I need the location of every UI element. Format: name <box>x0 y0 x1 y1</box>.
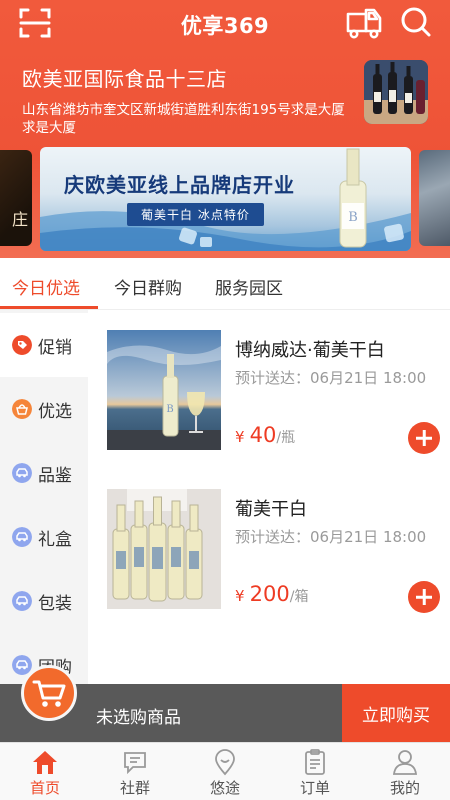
tab-today-picks[interactable]: 今日优选 <box>12 274 80 299</box>
chat-icon <box>124 752 146 775</box>
sidebar-item-gift-box[interactable]: 礼盒 <box>0 505 88 569</box>
sidebar-item-promotion[interactable]: 促销 <box>0 313 88 377</box>
price-unit: /箱 <box>289 589 309 605</box>
price-unit: /瓶 <box>276 430 296 446</box>
sidebar-item-label: 促销 <box>38 337 72 358</box>
home-icon <box>33 751 57 774</box>
product-card[interactable]: 葡美干白 预计送达：06月21日 18:00 ¥ 200/箱 <box>88 489 450 639</box>
shopping-cart-icon <box>32 680 66 707</box>
car-icon <box>12 591 32 611</box>
profile-icon <box>392 750 418 775</box>
sidebar-item-label: 礼盒 <box>38 529 72 550</box>
nav-label: 订单 <box>299 779 330 797</box>
price-value: 200 <box>249 582 290 606</box>
sidebar-item-tasting[interactable]: 品鉴 <box>0 441 88 505</box>
wine-seaside-photo: B <box>107 330 221 450</box>
sidebar-item-label: 优选 <box>38 401 72 422</box>
nav-label: 我的 <box>389 779 420 797</box>
sidebar-item-packaging[interactable]: 包装 <box>0 569 88 633</box>
price-value: 40 <box>249 423 277 447</box>
top-bar: 优享369 <box>0 0 450 50</box>
order-icon <box>305 749 325 775</box>
car-icon <box>12 463 32 483</box>
cart-status: 未选购商品 <box>96 708 181 728</box>
nav-profile[interactable]: 我的 <box>360 743 450 800</box>
product-price: ¥ 40/瓶 <box>235 423 295 447</box>
wine-bottle-image: B <box>339 148 367 248</box>
currency-symbol: ¥ <box>235 428 245 446</box>
promo-banner[interactable]: B 庆欧美亚线上品牌店开业 葡美干白 冰点特价 <box>40 147 411 251</box>
product-name[interactable]: 博纳威达·葡美干白 <box>235 336 385 362</box>
nav-home[interactable]: 首页 <box>0 743 90 800</box>
sidebar-item-label: 包装 <box>38 593 72 614</box>
product-image[interactable]: B <box>107 330 221 450</box>
tab-group-buy[interactable]: 今日群购 <box>114 274 182 299</box>
nav-label: 社群 <box>119 779 150 797</box>
nav-community[interactable]: 社群 <box>90 743 180 800</box>
banner-previous-text: 庄 <box>11 210 28 229</box>
delivery-eta: 预计送达：06月21日 18:00 <box>235 528 427 546</box>
nav-journey[interactable]: 悠途 <box>180 743 270 800</box>
nav-orders[interactable]: 订单 <box>270 743 360 800</box>
buy-now-button[interactable]: 立即购买 <box>342 684 450 742</box>
store-address: 山东省潍坊市奎文区新城街道胜利东街195号求是大厦 求是大厦 <box>22 102 345 136</box>
nav-label: 首页 <box>29 779 60 797</box>
location-icon <box>215 749 235 776</box>
active-tab-indicator <box>0 306 98 309</box>
svg-text:B: B <box>166 404 173 415</box>
banner-subtitle: 葡美干白 冰点特价 <box>127 203 264 226</box>
currency-symbol: ¥ <box>235 587 245 605</box>
wine-bottles-photo <box>107 489 221 609</box>
basket-icon <box>12 399 32 419</box>
delivery-eta: 预计送达：06月21日 18:00 <box>235 369 427 387</box>
svg-text:B: B <box>348 210 358 225</box>
store-thumbnail[interactable] <box>364 60 428 124</box>
cart-button[interactable] <box>21 665 77 721</box>
wine-bottles-image <box>364 60 428 124</box>
banner-next[interactable] <box>419 150 450 246</box>
product-card[interactable]: B 博纳威达·葡美干白 预计送达：06月21日 18:00 ¥ 40/瓶 <box>88 330 450 480</box>
tab-service-park[interactable]: 服务园区 <box>215 274 283 299</box>
delivery-truck-icon[interactable] <box>344 4 384 40</box>
product-name[interactable]: 葡美干白 <box>235 495 307 521</box>
banner-background: B <box>40 148 411 251</box>
tag-icon <box>12 335 32 355</box>
store-name[interactable]: 欧美亚国际食品十三店 <box>22 63 227 92</box>
sidebar-item-label: 品鉴 <box>38 465 72 486</box>
bottom-navigation: 首页 社群 悠途 订单 我的 <box>0 742 450 800</box>
add-to-cart-button[interactable] <box>408 422 440 454</box>
banner-previous[interactable]: 庄 <box>0 150 32 246</box>
nav-label: 悠途 <box>209 779 240 797</box>
banner-title: 庆欧美亚线上品牌店开业 <box>64 173 295 197</box>
car-icon <box>12 527 32 547</box>
category-tabs: 今日优选 今日群购 服务园区 <box>0 258 450 310</box>
add-to-cart-button[interactable] <box>408 581 440 613</box>
product-image[interactable] <box>107 489 221 609</box>
search-icon[interactable] <box>398 5 434 41</box>
sidebar-item-selection[interactable]: 优选 <box>0 377 88 441</box>
product-price: ¥ 200/箱 <box>235 582 308 606</box>
